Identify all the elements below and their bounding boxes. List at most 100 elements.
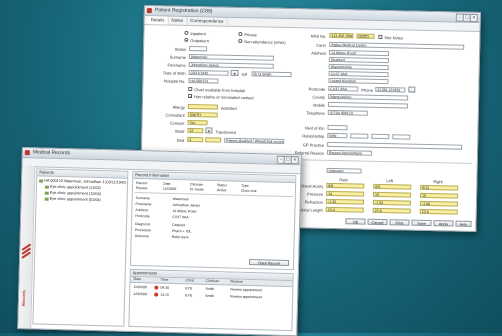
forename-label: Forename bbox=[167, 62, 186, 68]
tab-correspondence[interactable]: Correspondence bbox=[187, 16, 228, 26]
dob-field[interactable]: 03/11/1942 bbox=[188, 69, 229, 76]
forename-field[interactable]: Johnathan James bbox=[188, 61, 274, 69]
measure-cell[interactable]: -1.00 bbox=[419, 200, 458, 207]
relation-extra-1[interactable] bbox=[350, 133, 369, 139]
hospital-field[interactable]: HA 000123 bbox=[188, 77, 219, 84]
measure-cell[interactable]: 16 bbox=[373, 191, 412, 198]
address-line-4[interactable]: CV37 9AA bbox=[328, 70, 389, 78]
tree-item[interactable]: Eye clinic appointment (01/04) bbox=[44, 197, 101, 202]
cancel-button[interactable]: Cancel bbox=[367, 218, 388, 226]
document-icon bbox=[44, 197, 49, 201]
measure-cell[interactable]: 6/12 bbox=[420, 184, 459, 191]
column-header-clinician[interactable]: Clinician bbox=[205, 279, 220, 284]
detail-top-value: Clinic visit bbox=[240, 188, 257, 194]
telephone-field[interactable]: 07700 900123 bbox=[327, 109, 368, 116]
tab-notes[interactable]: Notes bbox=[168, 16, 188, 25]
tree-item[interactable]: Eye clinic appointment (12/03) bbox=[44, 191, 101, 196]
type-outpatient-radio[interactable] bbox=[184, 37, 189, 42]
detail-top-label: Date bbox=[163, 181, 171, 186]
next-of-kin-field[interactable] bbox=[327, 124, 348, 131]
type-other-label: Non-attendance (other) bbox=[244, 39, 286, 45]
chart-available-checkbox[interactable] bbox=[188, 86, 193, 92]
status-dropdown[interactable]: Unknown bbox=[326, 167, 362, 174]
help-button[interactable]: Help bbox=[455, 220, 472, 227]
measure-cell[interactable]: 23.4 bbox=[325, 206, 364, 213]
open-record-button[interactable]: Open Record bbox=[248, 258, 290, 267]
measure-cell[interactable]: 6/6 bbox=[326, 182, 365, 189]
consultant-field[interactable]: SMITH bbox=[187, 111, 218, 118]
phone-field[interactable]: 01789 123456 bbox=[375, 86, 406, 93]
gp-practice-field[interactable] bbox=[327, 141, 463, 150]
address-line-3[interactable]: Warwickshire bbox=[328, 63, 389, 71]
relative-label: Has relative or nominated contact bbox=[194, 94, 254, 101]
allergy-field[interactable] bbox=[187, 103, 218, 110]
nhs-field[interactable]: 123 456 7890 bbox=[329, 32, 354, 39]
telephone-label: Telephone bbox=[306, 110, 325, 116]
relation-extra-2[interactable] bbox=[371, 133, 390, 140]
detail-label: Postcode bbox=[135, 213, 150, 219]
column-header-reason[interactable]: Reason bbox=[230, 280, 242, 285]
carer-name-field[interactable]: Abbey Medical Centre bbox=[329, 41, 465, 50]
type-other-radio[interactable] bbox=[238, 38, 243, 44]
notes-line-field[interactable]: Patient disabled / Wheelchair access bbox=[224, 137, 285, 144]
phone-label: Phone bbox=[361, 87, 373, 93]
measure-cell[interactable]: -1.50 bbox=[372, 199, 411, 206]
type-inpatient-radio[interactable] bbox=[184, 30, 189, 35]
save-button[interactable]: Save bbox=[411, 219, 432, 227]
postcode-field[interactable]: CV37 9AA bbox=[328, 85, 359, 92]
see-notes-label: See Notes bbox=[384, 35, 404, 41]
surname-field[interactable]: Waterman bbox=[188, 53, 274, 61]
carer-field[interactable]: DDDD bbox=[356, 33, 375, 39]
see-notes-checkbox[interactable] bbox=[378, 34, 383, 39]
tree-item[interactable]: Eye clinic appointment (11/03) bbox=[44, 185, 101, 190]
measure-cell[interactable]: -1.25 bbox=[325, 198, 364, 205]
address-line-1[interactable]: 14 Abbey Road bbox=[328, 49, 390, 57]
cell-time: 14:15 bbox=[160, 292, 169, 297]
relation-extra-3[interactable] bbox=[392, 134, 411, 140]
column-header-time[interactable]: Time bbox=[160, 278, 169, 283]
carer-label: Carer bbox=[316, 42, 327, 48]
detail-label: Procedure bbox=[134, 227, 152, 233]
phone-lookup-button[interactable]: … bbox=[408, 86, 416, 93]
column-header-date[interactable]: Date bbox=[134, 277, 142, 282]
measure-cell[interactable]: 23.6 bbox=[372, 207, 411, 214]
ward-field[interactable]: 12 bbox=[187, 127, 204, 134]
referral-field[interactable]: Review Appointment bbox=[326, 149, 372, 156]
print-button[interactable]: Print bbox=[389, 219, 410, 226]
gp-field[interactable]: Dr G Smith bbox=[251, 71, 292, 78]
hospital-label: Hospital No. bbox=[163, 78, 186, 84]
address-line-5[interactable]: United Kingdom bbox=[328, 77, 389, 85]
side-label: Records bbox=[20, 290, 27, 307]
record-detail-panel: Record Information Record Date Clinician… bbox=[129, 170, 297, 271]
ok-button[interactable]: OK bbox=[345, 218, 366, 225]
section-divider bbox=[291, 159, 472, 164]
bed-extra-field[interactable] bbox=[205, 137, 222, 143]
bed-field[interactable]: 4 bbox=[187, 136, 204, 143]
detail-label: Address bbox=[135, 207, 149, 213]
detail-top-label: Type bbox=[241, 183, 249, 188]
measure-cell[interactable]: 23.5 bbox=[419, 208, 458, 215]
close-icon[interactable]: × bbox=[290, 156, 299, 165]
address-line-2[interactable]: Stratford bbox=[328, 56, 389, 64]
dob-calendar-button[interactable]: ▾ bbox=[230, 69, 239, 76]
tab-details[interactable]: Details bbox=[147, 16, 169, 25]
measure-cell[interactable]: 6/9 bbox=[373, 183, 412, 190]
status-field[interactable] bbox=[189, 45, 208, 52]
measure-cell[interactable]: 14 bbox=[326, 190, 365, 197]
alert-icon bbox=[154, 285, 159, 290]
apply-button[interactable]: Apply bbox=[433, 220, 454, 227]
column-header-clinic[interactable]: Clinic bbox=[185, 278, 195, 283]
relative-checkbox[interactable]: ✓ bbox=[188, 93, 193, 99]
county-field[interactable]: Warwickshire bbox=[328, 93, 409, 101]
tree-item[interactable]: HA 000123 Waterman, Johnathan J (03/11/1… bbox=[39, 178, 126, 185]
type-outpatient-label: Outpatient bbox=[190, 37, 209, 44]
detail-label: Surname bbox=[135, 195, 150, 201]
consent-field[interactable]: Yes bbox=[187, 119, 208, 126]
close-icon[interactable]: × bbox=[469, 13, 478, 22]
ward-lookup-button[interactable]: ▾ bbox=[205, 127, 213, 134]
relation-field[interactable]: Wife bbox=[327, 132, 348, 139]
type-private-radio[interactable] bbox=[238, 31, 243, 37]
detail-value: Phaco + IOL bbox=[171, 228, 192, 234]
measure-cell[interactable]: 15 bbox=[420, 192, 459, 199]
mobile-field[interactable] bbox=[327, 101, 408, 109]
